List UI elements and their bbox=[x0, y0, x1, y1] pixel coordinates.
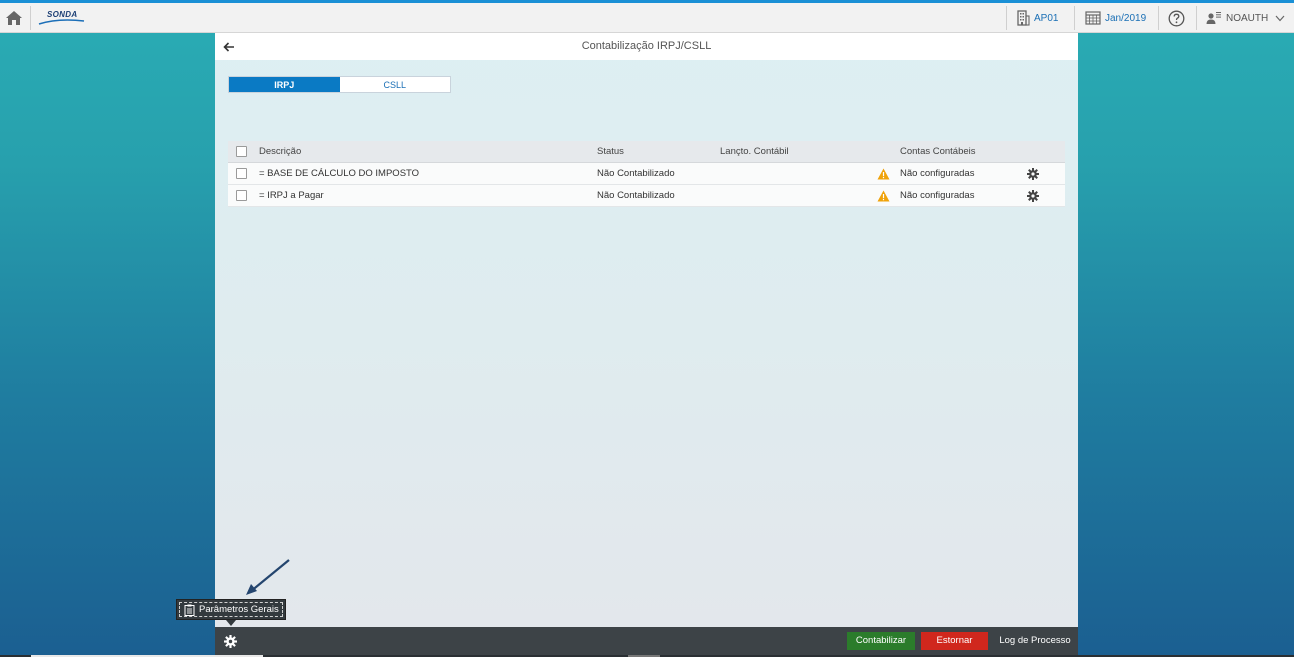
estornar-button[interactable]: Estornar bbox=[921, 632, 988, 650]
shell-divider bbox=[1196, 6, 1197, 30]
company-selector[interactable]: AP01 bbox=[1016, 8, 1058, 28]
column-header-status: Status bbox=[597, 146, 624, 157]
help-icon bbox=[1168, 10, 1185, 26]
home-icon[interactable] bbox=[4, 9, 24, 27]
gear-icon[interactable] bbox=[1027, 190, 1039, 202]
row-status: Não Contabilizado bbox=[597, 168, 675, 179]
panel-header: Contabilização IRPJ/CSLL bbox=[215, 33, 1078, 60]
sonda-logo: SONDA bbox=[38, 7, 86, 27]
help-button[interactable] bbox=[1168, 8, 1185, 28]
footer-toolbar: Contabilizar Estornar Log de Processo bbox=[215, 627, 1078, 655]
tooltip-content: Parâmetros Gerais bbox=[179, 602, 283, 617]
row-contas: Não configuradas bbox=[900, 190, 975, 201]
parametros-gerais-tooltip[interactable]: Parâmetros Gerais bbox=[176, 599, 286, 626]
gear-icon[interactable] bbox=[1027, 168, 1039, 180]
row-descricao: = IRPJ a Pagar bbox=[259, 190, 324, 201]
building-icon bbox=[1017, 10, 1030, 26]
company-label: AP01 bbox=[1034, 12, 1059, 24]
column-header-descricao: Descrição bbox=[259, 146, 302, 157]
shell-bar: SONDA AP01 Jan/2019 NOAUTH bbox=[0, 0, 1294, 33]
warning-icon bbox=[877, 168, 890, 180]
clipboard-icon bbox=[184, 604, 195, 616]
row-descricao: = BASE DE CÁLCULO DO IMPOSTO bbox=[259, 168, 420, 179]
tax-segmented-control: IRPJ CSLL bbox=[228, 76, 451, 93]
period-label: Jan/2019 bbox=[1105, 12, 1147, 24]
user-menu[interactable]: NOAUTH bbox=[1206, 8, 1285, 28]
select-all-checkbox[interactable] bbox=[236, 146, 247, 157]
chevron-down-icon bbox=[1275, 15, 1285, 21]
main-panel: Contabilização IRPJ/CSLL IRPJ CSLL Descr… bbox=[215, 33, 1078, 627]
column-header-lancamento: Lançto. Contábil bbox=[720, 146, 789, 157]
accounting-table: Descrição Status Lançto. Contábil Contas… bbox=[228, 141, 1065, 207]
tooltip-tail bbox=[226, 620, 236, 626]
shell-divider bbox=[1006, 6, 1007, 30]
back-arrow-icon[interactable] bbox=[222, 40, 236, 54]
contabilizar-button[interactable]: Contabilizar bbox=[847, 632, 915, 650]
row-contas: Não configuradas bbox=[900, 168, 975, 179]
shell-divider bbox=[1074, 6, 1075, 30]
column-header-contas: Contas Contábeis bbox=[900, 146, 976, 157]
row-checkbox[interactable] bbox=[236, 168, 247, 179]
settings-gear-icon[interactable] bbox=[224, 635, 237, 648]
annotation-arrow-icon bbox=[246, 559, 290, 595]
shell-divider bbox=[30, 6, 31, 30]
user-label: NOAUTH bbox=[1226, 12, 1269, 24]
period-selector[interactable]: Jan/2019 bbox=[1085, 8, 1146, 28]
shell-divider bbox=[1158, 6, 1159, 30]
calendar-icon bbox=[1085, 11, 1101, 25]
user-icon bbox=[1206, 12, 1221, 24]
table-header: Descrição Status Lançto. Contábil Contas… bbox=[228, 141, 1065, 163]
logo-swoosh-icon bbox=[38, 19, 85, 25]
row-checkbox[interactable] bbox=[236, 190, 247, 201]
tooltip-label: Parâmetros Gerais bbox=[199, 604, 279, 615]
table-row[interactable]: = BASE DE CÁLCULO DO IMPOSTO Não Contabi… bbox=[228, 163, 1065, 185]
row-status: Não Contabilizado bbox=[597, 190, 675, 201]
tab-csll[interactable]: CSLL bbox=[340, 77, 451, 92]
log-processo-button[interactable]: Log de Processo bbox=[995, 632, 1075, 650]
page-title: Contabilização IRPJ/CSLL bbox=[581, 40, 712, 52]
tab-irpj[interactable]: IRPJ bbox=[229, 77, 340, 92]
table-row[interactable]: = IRPJ a Pagar Não Contabilizado Não con… bbox=[228, 185, 1065, 207]
warning-icon bbox=[877, 190, 890, 202]
